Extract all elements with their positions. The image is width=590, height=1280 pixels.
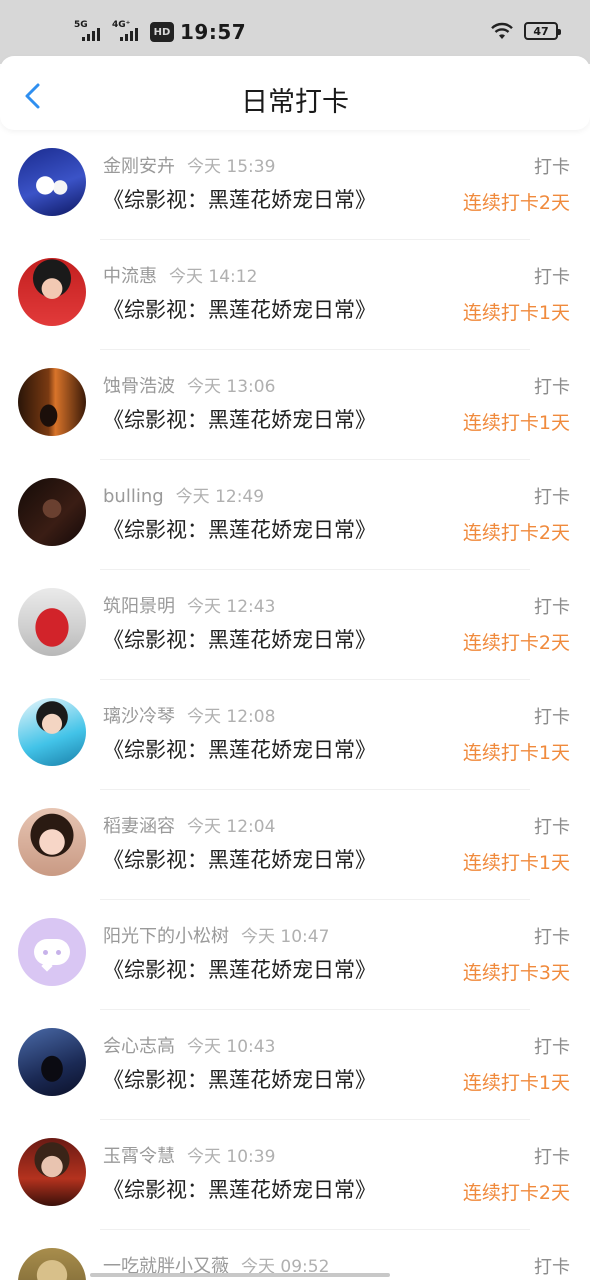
user-name[interactable]: 筑阳景明 — [103, 596, 175, 617]
list-item[interactable]: 金刚安卉 今天 15:39 《综影视：黑莲花娇宠日常》 打卡 连续打卡2天 — [0, 130, 590, 240]
hd-voice-icon: HD — [150, 22, 174, 42]
entry-meta: 筑阳景明 今天 12:43 — [103, 592, 275, 618]
avatar[interactable] — [18, 1028, 86, 1096]
user-name[interactable]: 稻妻涵容 — [103, 816, 175, 837]
signal-5g-icon: 5G — [74, 20, 106, 44]
avatar[interactable] — [18, 1248, 86, 1280]
checkin-tag: 打卡 — [534, 487, 570, 508]
checkin-tag: 打卡 — [534, 817, 570, 838]
entry-meta: bulling 今天 12:49 — [103, 482, 264, 507]
book-title[interactable]: 《综影视：黑莲花娇宠日常》 — [103, 1174, 376, 1204]
user-name[interactable]: 会心志高 — [103, 1036, 175, 1057]
checkin-tag: 打卡 — [534, 1037, 570, 1058]
entry-time: 今天 15:39 — [187, 157, 276, 177]
page-title: 日常打卡 — [241, 87, 349, 118]
streak-label: 连续打卡2天 — [462, 192, 570, 214]
entry-time: 今天 12:43 — [187, 597, 276, 617]
avatar[interactable] — [18, 148, 86, 216]
checkin-tag: 打卡 — [534, 377, 570, 398]
chat-bubble-icon — [34, 939, 70, 965]
checkin-tag: 打卡 — [534, 597, 570, 618]
status-right: 47 — [490, 22, 561, 40]
entry-meta: 璃沙冷琴 今天 12:08 — [103, 702, 275, 728]
book-title[interactable]: 《综影视：黑莲花娇宠日常》 — [103, 954, 376, 984]
avatar[interactable] — [18, 1138, 86, 1206]
streak-label: 连续打卡1天 — [462, 852, 570, 874]
signal-4g-icon: 4G⁺ — [112, 20, 144, 44]
streak-label: 连续打卡2天 — [462, 522, 570, 544]
nav-bar: 日常打卡 — [0, 56, 590, 130]
entry-time: 今天 13:06 — [187, 377, 276, 397]
wifi-icon — [491, 22, 513, 39]
avatar[interactable] — [18, 478, 86, 546]
book-title[interactable]: 《综影视：黑莲花娇宠日常》 — [103, 404, 376, 434]
user-name[interactable]: 金刚安卉 — [103, 156, 175, 177]
entry-meta: 玉霄令慧 今天 10:39 — [103, 1142, 275, 1168]
user-name[interactable]: bulling — [103, 486, 164, 507]
checkin-list: 金刚安卉 今天 15:39 《综影视：黑莲花娇宠日常》 打卡 连续打卡2天 中流惠… — [0, 130, 590, 1280]
streak-label: 连续打卡1天 — [462, 302, 570, 324]
streak-label: 连续打卡1天 — [462, 742, 570, 764]
streak-label: 连续打卡3天 — [462, 962, 570, 984]
streak-label: 连续打卡2天 — [462, 1182, 570, 1204]
user-name[interactable]: 蚀骨浩波 — [103, 376, 175, 397]
streak-label: 连续打卡1天 — [462, 412, 570, 434]
list-item[interactable]: bulling 今天 12:49 《综影视：黑莲花娇宠日常》 打卡 连续打卡2天 — [0, 460, 590, 570]
checkin-tag: 打卡 — [534, 157, 570, 178]
book-title[interactable]: 《综影视：黑莲花娇宠日常》 — [103, 514, 376, 544]
avatar[interactable] — [18, 258, 86, 326]
list-item[interactable]: 稻妻涵容 今天 12:04 《综影视：黑莲花娇宠日常》 打卡 连续打卡1天 — [0, 790, 590, 900]
entry-meta: 稻妻涵容 今天 12:04 — [103, 812, 275, 838]
streak-label: 连续打卡2天 — [462, 632, 570, 654]
book-title[interactable]: 《综影视：黑莲花娇宠日常》 — [103, 734, 376, 764]
checkin-tag: 打卡 — [534, 1257, 570, 1278]
avatar[interactable] — [18, 368, 86, 436]
avatar[interactable] — [18, 698, 86, 766]
battery-level: 47 — [533, 24, 549, 38]
entry-meta: 阳光下的小松树 今天 10:47 — [103, 922, 329, 948]
hd-label: HD — [153, 26, 171, 38]
list-item[interactable]: 蚀骨浩波 今天 13:06 《综影视：黑莲花娇宠日常》 打卡 连续打卡1天 — [0, 350, 590, 460]
avatar[interactable] — [18, 918, 86, 986]
avatar[interactable] — [18, 588, 86, 656]
home-indicator[interactable] — [90, 1273, 390, 1277]
checkin-tag: 打卡 — [534, 1147, 570, 1168]
entry-time: 今天 10:47 — [241, 927, 330, 947]
list-item[interactable]: 会心志高 今天 10:43 《综影视：黑莲花娇宠日常》 打卡 连续打卡1天 — [0, 1010, 590, 1120]
user-name[interactable]: 中流惠 — [103, 266, 157, 287]
entry-time: 今天 10:39 — [187, 1147, 276, 1167]
book-title[interactable]: 《综影视：黑莲花娇宠日常》 — [103, 624, 376, 654]
checkin-tag: 打卡 — [534, 707, 570, 728]
battery-icon: 47 — [524, 22, 561, 40]
entry-meta: 中流惠 今天 14:12 — [103, 262, 257, 288]
list-item[interactable]: 玉霄令慧 今天 10:39 《综影视：黑莲花娇宠日常》 打卡 连续打卡2天 — [0, 1120, 590, 1230]
avatar[interactable] — [18, 808, 86, 876]
user-name[interactable]: 玉霄令慧 — [103, 1146, 175, 1167]
status-bar: 5G 4G⁺ HD 19:57 47 — [0, 0, 590, 64]
user-name[interactable]: 阳光下的小松树 — [103, 926, 229, 947]
list-item[interactable]: 璃沙冷琴 今天 12:08 《综影视：黑莲花娇宠日常》 打卡 连续打卡1天 — [0, 680, 590, 790]
entry-time: 今天 10:43 — [187, 1037, 276, 1057]
book-title[interactable]: 《综影视：黑莲花娇宠日常》 — [103, 844, 376, 874]
user-name[interactable]: 璃沙冷琴 — [103, 706, 175, 727]
book-title[interactable]: 《综影视：黑莲花娇宠日常》 — [103, 184, 376, 214]
list-item[interactable]: 阳光下的小松树 今天 10:47 《综影视：黑莲花娇宠日常》 打卡 连续打卡3天 — [0, 900, 590, 1010]
checkin-tag: 打卡 — [534, 267, 570, 288]
checkin-tag: 打卡 — [534, 927, 570, 948]
entry-meta: 金刚安卉 今天 15:39 — [103, 152, 275, 178]
list-item[interactable]: 筑阳景明 今天 12:43 《综影视：黑莲花娇宠日常》 打卡 连续打卡2天 — [0, 570, 590, 680]
book-title[interactable]: 《综影视：黑莲花娇宠日常》 — [103, 294, 376, 324]
list-item[interactable]: 中流惠 今天 14:12 《综影视：黑莲花娇宠日常》 打卡 连续打卡1天 — [0, 240, 590, 350]
book-title[interactable]: 《综影视：黑莲花娇宠日常》 — [103, 1064, 376, 1094]
entry-meta: 蚀骨浩波 今天 13:06 — [103, 372, 275, 398]
entry-meta: 会心志高 今天 10:43 — [103, 1032, 275, 1058]
entry-time: 今天 12:04 — [187, 817, 276, 837]
streak-label: 连续打卡1天 — [462, 1072, 570, 1094]
entry-time: 今天 14:12 — [169, 267, 258, 287]
entry-time: 今天 12:49 — [175, 487, 265, 507]
status-left: 5G 4G⁺ HD 19:57 — [74, 18, 246, 46]
entry-time: 今天 12:08 — [187, 707, 276, 727]
status-time: 19:57 — [180, 20, 247, 44]
